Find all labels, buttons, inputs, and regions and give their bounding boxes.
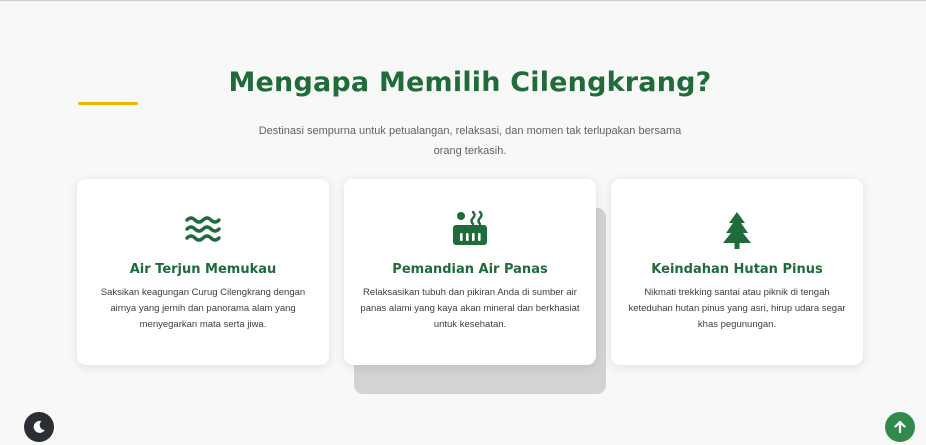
theme-toggle-button[interactable] xyxy=(24,412,54,442)
moon-icon xyxy=(33,420,45,433)
hot-tub-icon xyxy=(453,210,487,245)
feature-card-waterfall: Air Terjun Memukau Saksikan keagungan Cu… xyxy=(77,179,329,365)
page: Mengapa Memilih Cilengkrang? Destinasi s… xyxy=(0,0,926,445)
section-title: Mengapa Memilih Cilengkrang? xyxy=(228,67,712,98)
feature-description: Saksikan keagungan Curug Cilengkrang den… xyxy=(100,287,306,330)
water-waves-icon xyxy=(185,216,221,242)
accent-line xyxy=(78,102,138,105)
feature-description: Relaksasikan tubuh dan pikiran Anda di s… xyxy=(360,287,580,330)
section-subtitle: Destinasi sempurna untuk petualangan, re… xyxy=(258,125,682,157)
feature-description: Nikmati trekking santai atau piknik di t… xyxy=(628,287,846,330)
arrow-up-icon xyxy=(894,420,906,434)
back-to-top-button[interactable] xyxy=(885,412,915,442)
pine-tree-icon xyxy=(723,212,751,249)
feature-card-hot-spring: Pemandian Air Panas Relaksasikan tubuh d… xyxy=(344,179,596,365)
feature-card-pine-forest: Keindahan Hutan Pinus Nikmati trekking s… xyxy=(611,179,863,365)
feature-title: Air Terjun Memukau xyxy=(129,262,277,277)
feature-title: Pemandian Air Panas xyxy=(392,262,548,277)
feature-title: Keindahan Hutan Pinus xyxy=(651,262,823,277)
